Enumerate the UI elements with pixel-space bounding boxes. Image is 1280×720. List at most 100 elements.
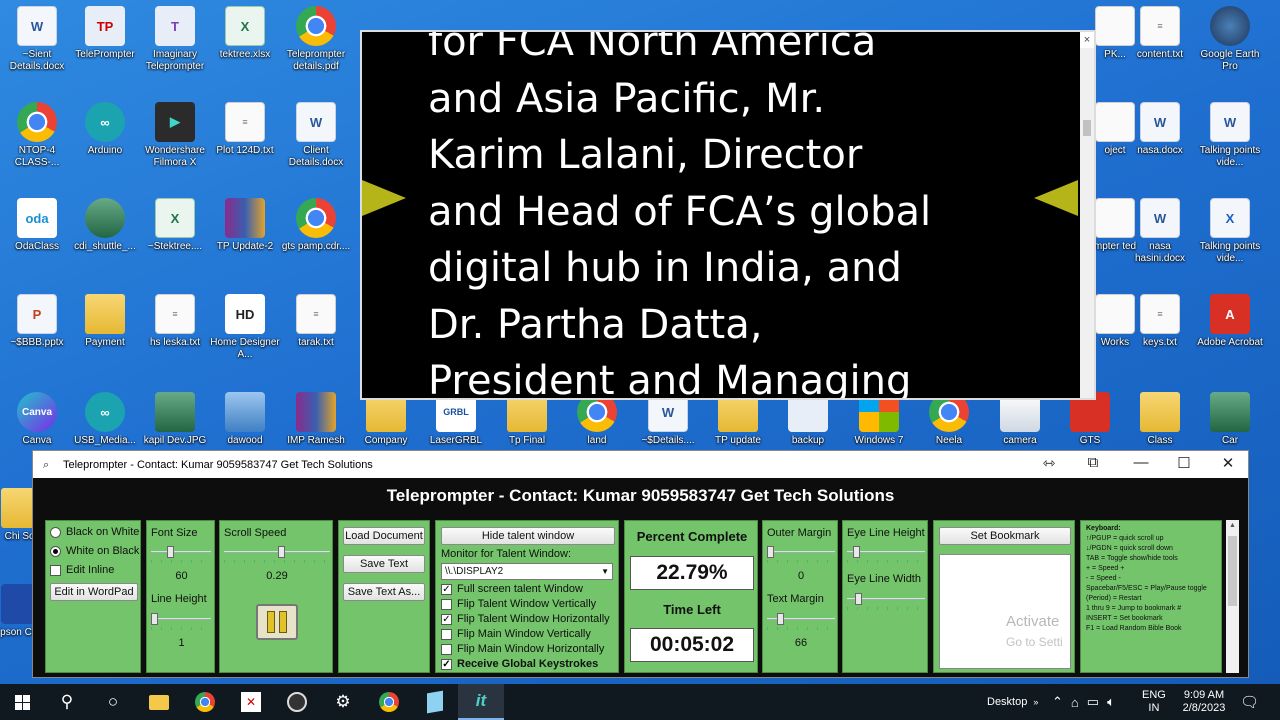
flip-talent-vertical-checkbox[interactable]: Flip Talent Window Vertically xyxy=(441,598,596,610)
desktop-icon[interactable]: IMP Ramesh xyxy=(279,392,353,447)
load-document-button[interactable]: Load Document xyxy=(343,527,425,545)
desktop-icon[interactable]: camera xyxy=(983,392,1057,447)
desktop-icon[interactable]: Neela xyxy=(912,392,986,447)
minimize-icon[interactable]: — xyxy=(1121,454,1161,471)
maximize-icon[interactable]: ☐ xyxy=(1164,454,1204,472)
desktop-icon[interactable]: gts pamp.cdr.... xyxy=(279,198,353,253)
text-margin-slider[interactable] xyxy=(767,613,835,630)
flip-icon[interactable]: ⇿ xyxy=(1029,454,1069,472)
bookmark-list[interactable] xyxy=(939,554,1071,669)
monitor-select[interactable]: \\.\DISPLAY2 ▼ xyxy=(441,563,613,580)
search-icon[interactable]: ⚲ xyxy=(44,684,90,720)
battery-icon[interactable]: ▭ xyxy=(1087,694,1099,710)
eye-line-height-knob[interactable] xyxy=(853,546,860,558)
obs-icon[interactable] xyxy=(274,684,320,720)
white-on-black-radio[interactable]: White on Black xyxy=(50,545,139,557)
text-margin-knob[interactable] xyxy=(777,613,784,625)
scroll-up-icon[interactable]: ▲ xyxy=(1229,522,1236,529)
outer-margin-knob[interactable] xyxy=(767,546,774,558)
desktop-icon[interactable]: Car xyxy=(1193,392,1267,447)
outer-margin-slider[interactable] xyxy=(767,546,835,563)
desktop-icon[interactable]: Wnasa.docx xyxy=(1123,102,1197,157)
scroll-speed-knob[interactable] xyxy=(278,546,285,558)
desktop-icon[interactable]: Google Earth Pro xyxy=(1193,6,1267,73)
desktop-icon[interactable]: W Client Details.docx xyxy=(279,102,353,169)
chrome-profile-icon[interactable] xyxy=(366,684,412,720)
pause-button[interactable] xyxy=(256,604,298,640)
desktop-toolbar[interactable]: Desktop » xyxy=(987,684,1038,720)
settings-gear-icon[interactable]: ⚙ xyxy=(320,684,366,720)
clock[interactable]: 9:09 AM 2/8/2023 xyxy=(1176,684,1232,720)
desktop-icon[interactable]: NTOP-4 CLASS-... xyxy=(0,102,74,169)
desktop-icon[interactable]: backup xyxy=(771,392,845,447)
desktop-icon[interactable]: ∞ USB_Media... xyxy=(68,392,142,447)
language-indicator[interactable]: ENG IN xyxy=(1142,684,1166,720)
flip-main-vertical-checkbox[interactable]: Flip Main Window Vertically xyxy=(441,628,591,640)
talent-scrollbar[interactable] xyxy=(1080,32,1094,398)
start-button[interactable] xyxy=(0,684,44,720)
desktop-icon[interactable]: Wnasa hasini.docx xyxy=(1123,198,1197,265)
desktop-icon[interactable]: T Imaginary Teleprompter xyxy=(138,6,212,73)
line-height-knob[interactable] xyxy=(151,613,158,625)
desktop-icon[interactable]: dawood xyxy=(208,392,282,447)
desktop-icon[interactable]: Xtektree.xlsx xyxy=(208,6,282,61)
desktop-icon[interactable]: ≡ hs leska.txt xyxy=(138,294,212,349)
desktop-icon[interactable]: Class xyxy=(1123,392,1197,447)
eye-line-width-slider[interactable] xyxy=(847,593,925,610)
desktop-icon[interactable]: W Talking points vide... xyxy=(1193,102,1267,169)
desktop-icon[interactable]: oda OdaClass xyxy=(0,198,74,253)
desktop-icon[interactable]: Canva Canva xyxy=(0,392,74,447)
desktop-icon[interactable]: land xyxy=(560,392,634,447)
edit-in-wordpad-button[interactable]: Edit in WordPad xyxy=(50,583,138,601)
desktop-icon[interactable]: kapil Dev.JPG xyxy=(138,392,212,447)
desktop-icon[interactable]: ≡ keys.txt xyxy=(1123,294,1197,349)
imaginary-teleprompter-taskbar-icon[interactable]: it xyxy=(458,684,504,720)
network-icon[interactable]: ⌂ xyxy=(1071,695,1079,710)
eye-line-height-slider[interactable] xyxy=(847,546,925,563)
desktop-icon[interactable]: ≡ tarak.txt xyxy=(279,294,353,349)
set-bookmark-button[interactable]: Set Bookmark xyxy=(939,527,1071,545)
restore-small-icon[interactable]: ⧉ xyxy=(1073,454,1113,471)
close-icon[interactable]: ✕ xyxy=(1208,454,1248,472)
desktop-icon[interactable]: ∞ Arduino xyxy=(68,102,142,157)
line-height-slider[interactable] xyxy=(151,613,211,630)
notifications-icon[interactable]: 🗨︎ xyxy=(1240,684,1259,720)
desktop-icon[interactable]: Payment xyxy=(68,294,142,349)
save-text-button[interactable]: Save Text xyxy=(343,555,425,573)
desktop-icon[interactable]: TP update xyxy=(701,392,775,447)
full-screen-talent-checkbox[interactable]: ✓ Full screen talent Window xyxy=(441,583,583,595)
flip-talent-horizontal-checkbox[interactable]: ✓ Flip Talent Window Horizontally xyxy=(441,613,610,625)
desktop-icon[interactable]: cdi_shuttle_... xyxy=(68,198,142,253)
desktop-icon[interactable]: GTS xyxy=(1053,392,1127,447)
talent-window[interactable]: for FCA North America and Asia Pacific, … xyxy=(360,30,1096,400)
chevron-up-icon[interactable]: ⌃ xyxy=(1052,694,1063,710)
volume-icon[interactable]: 🔈︎ xyxy=(1107,694,1115,710)
desktop-icon[interactable]: ▶ Wondershare Filmora X xyxy=(138,102,212,169)
desktop-icon[interactable]: GRBL LaserGRBL xyxy=(419,392,493,447)
scroll-thumb[interactable] xyxy=(1228,536,1237,606)
desktop-icon[interactable]: ≡ Plot 124D.txt xyxy=(208,102,282,157)
main-scrollbar[interactable]: ▲ xyxy=(1226,520,1239,673)
desktop-icon[interactable]: Company xyxy=(349,392,423,447)
desktop-icon[interactable]: HD Home Designer A... xyxy=(208,294,282,361)
desktop-icon[interactable]: X ~Stektree.... xyxy=(138,198,212,253)
notepad-icon[interactable] xyxy=(412,684,458,720)
font-size-slider[interactable] xyxy=(151,546,211,563)
flip-main-horizontal-checkbox[interactable]: Flip Main Window Horizontally xyxy=(441,643,604,655)
desktop-icon[interactable]: X Talking points vide... xyxy=(1193,198,1267,265)
desktop-icon[interactable]: W ~Sient Details.docx xyxy=(0,6,74,73)
eye-line-width-knob[interactable] xyxy=(855,593,862,605)
talent-close-icon[interactable]: × xyxy=(1080,32,1094,48)
hide-talent-window-button[interactable]: Hide talent window xyxy=(441,527,615,545)
save-text-as-button[interactable]: Save Text As... xyxy=(343,583,425,601)
font-size-knob[interactable] xyxy=(167,546,174,558)
desktop-icon[interactable]: Teleprompter details.pdf xyxy=(279,6,353,73)
chrome-taskbar-icon[interactable] xyxy=(182,684,228,720)
file-explorer-icon[interactable] xyxy=(136,684,182,720)
teleprompter-taskbar-icon[interactable]: ✕ xyxy=(228,684,274,720)
desktop-icon[interactable]: Tp Final xyxy=(490,392,564,447)
receive-global-keystrokes-checkbox[interactable]: ✓ Receive Global Keystrokes xyxy=(441,658,598,670)
desktop-icon[interactable]: TP Update-2 xyxy=(208,198,282,253)
desktop-icon[interactable]: ≡ content.txt xyxy=(1123,6,1197,61)
task-view-icon[interactable]: ○ xyxy=(90,684,136,720)
